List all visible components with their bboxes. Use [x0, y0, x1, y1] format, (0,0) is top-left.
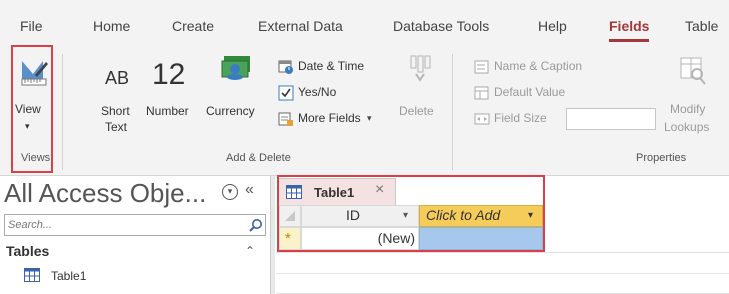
tables-section-header[interactable]: Tables — [6, 243, 49, 259]
nav-pane-title: All Access Obje... — [4, 178, 207, 208]
nav-item-label: Table1 — [51, 269, 87, 283]
more-fields-dropdown-icon: ▾ — [367, 113, 372, 123]
field-size-input[interactable] — [566, 108, 656, 130]
delete-column-icon — [410, 55, 431, 82]
tab-file[interactable]: File — [20, 18, 43, 34]
more-fields-icon — [278, 112, 293, 126]
shutter-bar-close-icon[interactable]: « — [245, 181, 254, 199]
number-icon: 12 — [152, 58, 186, 91]
view-button-label: View — [15, 102, 41, 116]
currency-button[interactable]: Currency — [206, 54, 264, 124]
field-size-label: Field Size — [494, 111, 547, 125]
delete-button[interactable]: Delete — [398, 54, 440, 124]
view-button[interactable]: View ▾ — [15, 55, 51, 155]
gridline — [276, 252, 729, 253]
tab-table[interactable]: Table — [685, 18, 718, 34]
short-text-label-2: Text — [105, 120, 128, 134]
field-size-label-group: Field Size — [474, 110, 564, 128]
search-icon[interactable] — [249, 218, 263, 232]
table-icon — [24, 268, 40, 282]
default-value-label: Default Value — [494, 85, 566, 99]
field-size-icon — [474, 113, 490, 125]
name-caption-label: Name & Caption — [494, 59, 583, 73]
currency-icon — [221, 56, 250, 80]
short-text-icon: AB — [105, 68, 130, 88]
tab-create[interactable]: Create — [172, 18, 214, 34]
ribbon-separator — [62, 54, 63, 170]
modify-lookups-button[interactable]: Modify Lookups — [664, 54, 729, 134]
design-view-icon — [21, 61, 48, 86]
tab-external-data[interactable]: External Data — [258, 18, 343, 34]
tab-fields[interactable]: Fields — [609, 18, 650, 42]
currency-label: Currency — [206, 104, 255, 118]
default-value-icon — [474, 86, 489, 100]
gridline — [276, 273, 729, 274]
name-caption-button[interactable]: Name & Caption — [474, 58, 604, 76]
nav-search-box[interactable]: Search... — [4, 214, 266, 236]
view-dropdown-icon: ▾ — [25, 121, 30, 131]
modify-lookups-label-2: Lookups — [664, 120, 710, 134]
date-time-label: Date & Time — [298, 59, 365, 73]
more-fields-button[interactable]: More Fields ▾ — [278, 110, 378, 128]
tab-help[interactable]: Help — [538, 18, 567, 34]
yes-no-button[interactable]: Yes/No — [278, 84, 358, 102]
yes-no-label: Yes/No — [298, 85, 337, 99]
tab-home[interactable]: Home — [93, 18, 130, 34]
checkbox-icon — [278, 85, 294, 101]
date-time-button[interactable]: Date & Time — [278, 58, 388, 76]
views-group-label: Views — [21, 152, 51, 164]
properties-group-label: Properties — [636, 152, 687, 164]
name-caption-icon — [474, 60, 489, 74]
nav-pane-splitter[interactable] — [270, 176, 275, 294]
modify-lookups-label-1: Modify — [670, 102, 706, 116]
delete-label: Delete — [399, 104, 434, 118]
short-text-button[interactable]: AB Short Text — [96, 60, 136, 150]
modify-lookups-icon — [680, 57, 706, 85]
ribbon-tab-bar: File Home Create External Data Database … — [0, 0, 729, 48]
nav-pane-menu-icon[interactable]: ▾ — [222, 184, 238, 200]
nav-search-input[interactable]: Search... — [8, 219, 52, 231]
calendar-clock-icon — [278, 60, 293, 74]
number-button[interactable]: 12 Number — [146, 58, 204, 128]
add-delete-group-label: Add & Delete — [226, 152, 291, 164]
tab-database-tools[interactable]: Database Tools — [393, 18, 489, 34]
short-text-label-1: Short — [101, 104, 130, 118]
datasheet-highlight-box — [277, 175, 545, 252]
number-label: Number — [146, 104, 189, 118]
more-fields-label: More Fields — [298, 111, 361, 125]
default-value-button[interactable]: Default Value — [474, 84, 594, 102]
ribbon-separator — [452, 54, 453, 170]
nav-item-table1[interactable]: Table1 — [24, 266, 144, 286]
collapse-section-icon[interactable]: ⌃ — [245, 244, 255, 258]
